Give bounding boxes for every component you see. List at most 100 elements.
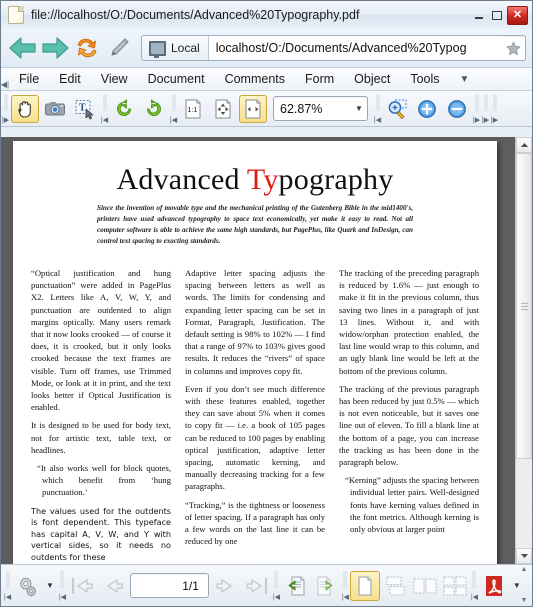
address-input[interactable]: localhost/O:/Documents/Advanced%20Typog [208, 36, 502, 60]
paragraph: “Tracking,” is the tightness or loosenes… [185, 499, 325, 547]
status-grip-4[interactable]: |◀ [341, 569, 350, 603]
previous-page-button[interactable] [97, 571, 127, 601]
facing-pages-layout-button[interactable] [410, 571, 440, 601]
toolbar-grip-5[interactable]: |▶ [472, 92, 481, 126]
paragraph: “Optical justification and hung punctuat… [31, 267, 171, 413]
paragraph-quote: “It also works well for block quotes, wh… [37, 462, 171, 498]
menu-object[interactable]: Object [344, 70, 400, 88]
document-viewport[interactable]: Advanced Typography Since the invention … [1, 137, 532, 564]
status-grip-3[interactable]: |◀ [272, 569, 281, 603]
zoom-out-icon [446, 98, 468, 120]
paragraph-quote: “Kerning” adjusts the spacing between in… [345, 475, 479, 534]
toolbar-grip-6[interactable]: |▶ [481, 92, 490, 126]
document-icon [8, 6, 24, 24]
first-page-button[interactable] [67, 571, 97, 601]
settings-dropdown-icon[interactable]: ▼ [42, 581, 58, 590]
status-grip-1[interactable]: |◀ [3, 569, 12, 603]
marquee-zoom-button[interactable] [383, 95, 411, 123]
rotate-clockwise-button[interactable] [110, 95, 138, 123]
page-title-part1: Advanced [116, 163, 247, 196]
last-page-icon [245, 576, 269, 596]
page-subtitle: Since the invention of movable type and … [97, 204, 413, 245]
snapshot-tool-button[interactable] [41, 95, 69, 123]
chevron-down-icon[interactable]: ▼ [351, 104, 367, 113]
next-view-icon [313, 575, 339, 597]
status-grip-5[interactable]: |◀ [470, 569, 479, 603]
back-arrow-icon [8, 36, 38, 60]
paragraph: It is designed to be used for body text,… [31, 420, 171, 455]
zone-label: Local [171, 41, 200, 55]
next-view-button[interactable] [311, 571, 341, 601]
hand-tool-button[interactable] [11, 94, 39, 123]
actual-size-icon: 1:1 [182, 98, 204, 120]
window-controls: ✕ [471, 5, 528, 25]
zoom-out-button[interactable] [443, 95, 471, 123]
marquee-zoom-icon [386, 98, 408, 120]
acrobat-button[interactable] [479, 571, 509, 601]
page-number-input[interactable]: 1/1 [129, 573, 209, 598]
navigation-bar: Local localhost/O:/Documents/Advanced%20… [1, 29, 532, 67]
status-grip-2[interactable]: |◀ [58, 569, 67, 603]
star-icon [506, 41, 521, 56]
pdf-page: Advanced Typography Since the invention … [13, 141, 497, 564]
rotate-counterclockwise-button[interactable] [140, 95, 168, 123]
menu-document[interactable]: Document [138, 70, 215, 88]
edit-button[interactable] [103, 34, 135, 62]
continuous-layout-button[interactable] [380, 571, 410, 601]
address-bar[interactable]: Local localhost/O:/Documents/Advanced%20… [141, 35, 526, 61]
settings-button[interactable] [12, 571, 42, 601]
fit-page-button[interactable] [209, 95, 237, 123]
select-text-tool-button[interactable]: T [71, 95, 99, 123]
toolbar-grip-7[interactable]: |▶ [490, 92, 499, 126]
scroll-down-arrow-icon [520, 553, 529, 559]
camera-icon [44, 98, 66, 120]
paragraph-sans: The values used for the outdents is font… [31, 505, 171, 562]
chevron-down-icon[interactable]: ▼ [454, 74, 476, 85]
last-page-button[interactable] [242, 571, 272, 601]
next-page-icon [215, 576, 239, 596]
paragraph: The tracking of the previous paragraph h… [339, 383, 479, 467]
menu-edit[interactable]: Edit [49, 70, 91, 88]
scroll-down-button[interactable] [516, 548, 532, 564]
forward-button[interactable] [39, 34, 71, 62]
continuous-facing-layout-button[interactable] [440, 571, 470, 601]
previous-view-button[interactable] [281, 571, 311, 601]
rotate-clockwise-icon [113, 98, 135, 120]
fit-width-button[interactable] [239, 94, 267, 123]
status-corner-grip[interactable]: ▲ ▼ [516, 564, 532, 606]
close-button[interactable]: ✕ [507, 5, 528, 25]
security-zone-indicator: Local [142, 36, 209, 60]
fit-page-icon [212, 98, 234, 120]
scroll-up-button[interactable] [516, 137, 532, 153]
zoom-in-button[interactable] [413, 95, 441, 123]
toolbar-grip-2[interactable]: |◀ [100, 92, 109, 126]
menu-bar: ◀| File Edit View Document Comments Form… [1, 67, 532, 91]
back-button[interactable] [7, 34, 39, 62]
scrollbar-track[interactable] [516, 153, 532, 548]
menu-view[interactable]: View [91, 70, 138, 88]
menu-form[interactable]: Form [295, 70, 344, 88]
single-page-layout-button[interactable] [349, 570, 380, 601]
next-page-button[interactable] [212, 571, 242, 601]
refresh-button[interactable] [71, 34, 103, 62]
favorite-button[interactable] [502, 36, 525, 60]
toolbar-grip-4[interactable]: |◀ [373, 92, 382, 126]
actual-size-button[interactable]: 1:1 [179, 95, 207, 123]
zoom-level-value[interactable]: 62.87% [274, 102, 351, 116]
paragraph: Adaptive letter spacing adjusts the spac… [185, 267, 325, 376]
zoom-level-combobox[interactable]: 62.87% ▼ [273, 96, 368, 121]
continuous-layout-icon [383, 575, 407, 597]
vertical-scrollbar[interactable] [515, 137, 532, 564]
refresh-icon [74, 36, 100, 60]
page-columns: “Optical justification and hung punctuat… [31, 267, 479, 564]
svg-text:1:1: 1:1 [188, 107, 198, 114]
menu-tools[interactable]: Tools [400, 70, 449, 88]
scrollbar-thumb[interactable] [516, 153, 532, 459]
toolbar-grip-1[interactable]: |▶ [1, 92, 10, 126]
maximize-button[interactable] [489, 8, 504, 22]
toolbar-grip-3[interactable]: |◀ [169, 92, 178, 126]
menu-drag-grip[interactable]: ◀| [1, 67, 9, 91]
menu-comments[interactable]: Comments [215, 70, 295, 88]
minimize-button[interactable] [471, 8, 486, 22]
menu-file[interactable]: File [9, 70, 49, 88]
